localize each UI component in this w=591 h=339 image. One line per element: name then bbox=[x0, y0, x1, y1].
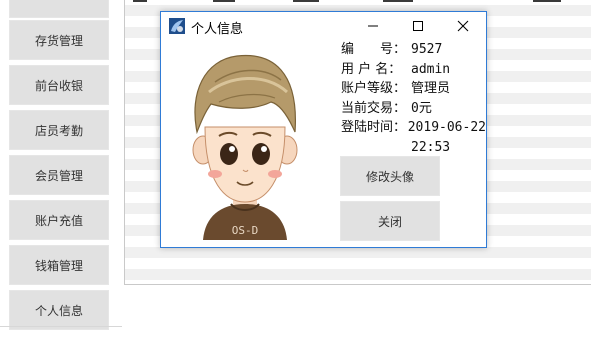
sidebar-divider bbox=[0, 326, 122, 327]
info-label: 账户等级： bbox=[341, 81, 407, 96]
info-value: admin bbox=[411, 61, 451, 77]
maximize-icon bbox=[413, 21, 423, 31]
minimize-button[interactable] bbox=[351, 12, 395, 40]
sidebar-item-attendance[interactable]: 店员考勤 bbox=[9, 110, 109, 150]
info-row-login-time: 登陆时间： 2019-06-22 bbox=[341, 118, 486, 138]
info-label: 当前交易： bbox=[341, 100, 407, 116]
avatar-shirt-text: OS-D bbox=[232, 224, 259, 237]
sidebar: 存货管理 前台收银 店员考勤 会员管理 账户充值 钱箱管理 个人信息 bbox=[0, 0, 122, 339]
info-row-level: 账户等级： 管理员 bbox=[341, 79, 486, 99]
info-label: 编 号： bbox=[341, 42, 407, 57]
info-row-username: 用 户 名： admin bbox=[341, 60, 486, 80]
grid-header-mark bbox=[293, 0, 319, 2]
info-value: 2019-06-22 bbox=[407, 120, 486, 135]
sidebar-item-profile[interactable]: 个人信息 bbox=[9, 290, 109, 330]
sidebar-item-cashbox[interactable]: 钱箱管理 bbox=[9, 245, 109, 285]
info-value: 0元 bbox=[411, 100, 432, 116]
close-button[interactable]: 关闭 bbox=[340, 201, 440, 241]
grid-header-mark bbox=[213, 0, 235, 2]
info-label: 用 户 名： bbox=[341, 61, 402, 77]
info-value: 管理员 bbox=[411, 81, 451, 96]
maximize-button[interactable] bbox=[396, 12, 440, 40]
sidebar-item-recharge[interactable]: 账户充值 bbox=[9, 200, 109, 240]
close-window-button[interactable] bbox=[441, 12, 485, 40]
info-label: 登陆时间： bbox=[341, 120, 407, 135]
info-row-login-time-cont: 22:53 bbox=[341, 138, 486, 158]
grid-header-mark bbox=[383, 0, 413, 2]
info-value: 22:53 bbox=[411, 139, 451, 155]
grid-header-mark bbox=[533, 0, 561, 2]
sidebar-item-top[interactable] bbox=[9, 0, 109, 18]
close-icon bbox=[457, 20, 469, 32]
info-label bbox=[341, 138, 411, 158]
info-row-id: 编 号： 9527 bbox=[341, 40, 486, 60]
grid-row bbox=[125, 269, 591, 280]
change-avatar-button[interactable]: 修改头像 bbox=[340, 156, 440, 196]
profile-info: 编 号： 9527 用 户 名： admin 账户等级： 管理员 当前交易： 0… bbox=[341, 40, 486, 157]
sidebar-item-inventory[interactable]: 存货管理 bbox=[9, 20, 109, 60]
profile-dialog: 个人信息 OS-D 编 号： 9527 用 户 名： admin 账户等级： 管… bbox=[160, 11, 487, 248]
info-row-transaction: 当前交易： 0元 bbox=[341, 99, 486, 119]
avatar: OS-D bbox=[192, 54, 298, 240]
grid-header-mark bbox=[133, 0, 147, 2]
sidebar-item-checkout[interactable]: 前台收银 bbox=[9, 65, 109, 105]
grid-row bbox=[125, 247, 591, 258]
info-value: 9527 bbox=[411, 42, 443, 57]
sidebar-item-members[interactable]: 会员管理 bbox=[9, 155, 109, 195]
minimize-icon bbox=[368, 25, 378, 27]
